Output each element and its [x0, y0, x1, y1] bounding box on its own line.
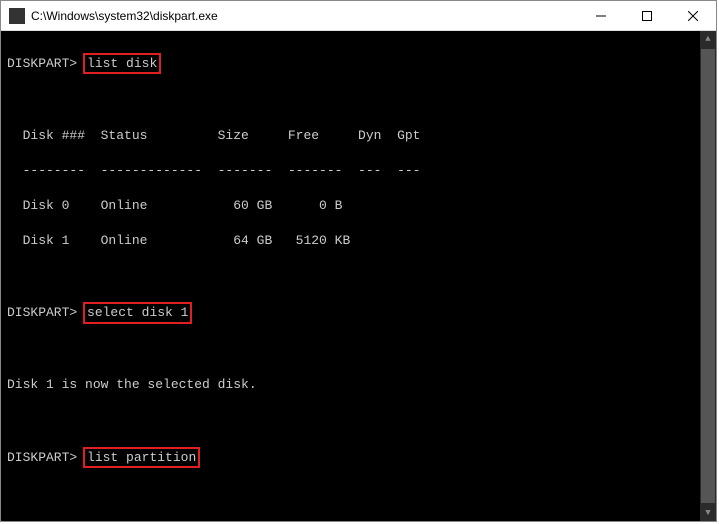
disk-row-0: Disk 0 Online 60 GB 0 B	[7, 197, 710, 215]
disk-table-header: Disk ### Status Size Free Dyn Gpt	[7, 127, 710, 145]
minimize-button[interactable]	[578, 1, 624, 30]
window-controls	[578, 1, 716, 30]
prompt: DISKPART>	[7, 450, 77, 465]
cmd-list-disk: list disk	[83, 53, 161, 75]
maximize-button[interactable]	[624, 1, 670, 30]
terminal-output[interactable]: DISKPART> list disk Disk ### Status Size…	[1, 31, 716, 521]
disk-row-1: Disk 1 Online 64 GB 5120 KB	[7, 232, 710, 250]
prompt: DISKPART>	[7, 305, 77, 320]
diskpart-window: C:\Windows\system32\diskpart.exe DISKPAR…	[0, 0, 717, 522]
disk-table-divider: -------- ------------- ------- ------- -…	[7, 162, 710, 180]
close-button[interactable]	[670, 1, 716, 30]
msg-disk-selected: Disk 1 is now the selected disk.	[7, 376, 710, 394]
scroll-down-icon[interactable]: ▼	[700, 505, 716, 521]
app-icon	[9, 8, 25, 24]
scrollbar[interactable]: ▲ ▼	[700, 31, 716, 521]
scroll-up-icon[interactable]: ▲	[700, 31, 716, 47]
cmd-select-disk: select disk 1	[83, 302, 192, 324]
scrollbar-thumb[interactable]	[701, 49, 715, 503]
cmd-list-partition: list partition	[83, 447, 200, 469]
titlebar[interactable]: C:\Windows\system32\diskpart.exe	[1, 1, 716, 31]
window-title: C:\Windows\system32\diskpart.exe	[31, 9, 578, 23]
prompt: DISKPART>	[7, 56, 77, 71]
